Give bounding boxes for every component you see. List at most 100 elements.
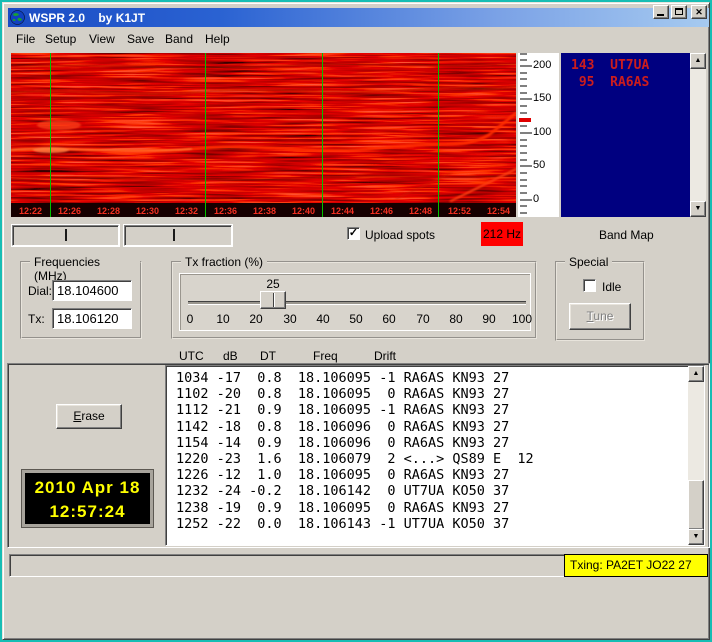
band-map-label: Band Map	[599, 228, 654, 242]
waterfall-time-label: 12:30	[128, 206, 167, 216]
menu-file[interactable]: File	[16, 32, 35, 46]
scroll-down-icon: ▼	[695, 205, 702, 212]
scroll-down-button[interactable]: ▼	[690, 201, 706, 217]
waterfall-time-label: 12:52	[440, 206, 479, 216]
waterfall-time-label: 12:44	[323, 206, 362, 216]
decode-list[interactable]: 1034 -17 0.8 18.106095 -1 RA6AS KN93 27 …	[165, 365, 705, 546]
waterfall-time-label: 12:38	[245, 206, 284, 216]
title-bar[interactable]: WSPR 2.0 by K1JT	[8, 8, 709, 27]
idle-checkbox[interactable]	[583, 279, 596, 292]
menu-setup[interactable]: Setup	[45, 32, 76, 46]
globe-icon	[10, 10, 25, 25]
waterfall-time-label: 12:54	[479, 206, 516, 216]
column-header-drift: Drift	[374, 349, 396, 363]
decode-row[interactable]: 1112 -21 0.9 18.106095 -1 RA6AS KN93 27	[168, 402, 686, 418]
tx-tick-label: 90	[475, 312, 503, 326]
waterfall-time-label: 12:36	[206, 206, 245, 216]
special-group: Special Idle Tune	[555, 261, 645, 341]
band-map-entry: 143 UT7UA	[571, 58, 649, 73]
scale-label: 0	[533, 193, 557, 205]
scroll-down-button[interactable]: ▼	[688, 529, 704, 545]
tx-label: Tx:	[28, 312, 45, 326]
dial-label: Dial:	[28, 284, 52, 298]
tx-fraction-value: 25	[259, 277, 287, 291]
scale-label: 150	[533, 92, 557, 104]
level-marker	[65, 229, 67, 241]
close-button[interactable]: ✕	[691, 5, 707, 19]
scroll-up-icon: ▲	[693, 370, 700, 377]
waterfall-time-label: 12:26	[50, 206, 89, 216]
scroll-up-icon: ▲	[695, 57, 702, 64]
waterfall-time-label: 12:32	[167, 206, 206, 216]
idle-label: Idle	[602, 280, 621, 294]
waterfall-time-label: 12:40	[284, 206, 323, 216]
tx-tick-label: 60	[375, 312, 403, 326]
decode-row[interactable]: 1232 -24 -0.2 18.106142 0 UT7UA KO50 37	[168, 483, 686, 499]
decode-list-scrollbar[interactable]: ▲ ▼	[688, 366, 704, 545]
tx-fraction-slider-handle[interactable]	[260, 291, 286, 309]
upload-spots-checkbox[interactable]: ✓	[347, 227, 360, 240]
tx-tick-label: 50	[342, 312, 370, 326]
frequencies-group-label: Frequencies (MHz)	[30, 255, 140, 283]
band-map-panel[interactable]: 143 UT7UA 95 RA6AS ▲ ▼	[561, 53, 706, 217]
menu-save[interactable]: Save	[127, 32, 154, 46]
tx-tick-label: 10	[209, 312, 237, 326]
dial-frequency-input[interactable]	[52, 280, 132, 301]
tx-tick-label: 40	[309, 312, 337, 326]
decode-row[interactable]: 1034 -17 0.8 18.106095 -1 RA6AS KN93 27	[168, 370, 686, 386]
tx-frequency-input[interactable]	[52, 308, 132, 329]
slider-handle-line	[273, 293, 274, 307]
scrollbar-thumb[interactable]	[688, 480, 704, 530]
waterfall-display[interactable]: 12:22 12:26 12:28 12:30 12:32 12:36 12:3…	[11, 53, 516, 217]
scroll-up-button[interactable]: ▲	[690, 53, 706, 69]
decode-row[interactable]: 1220 -23 1.6 18.106079 2 <...> QS89 E 12	[168, 451, 686, 467]
utc-clock: 2010 Apr 18 12:57:24	[22, 470, 153, 527]
column-header-freq: Freq	[313, 349, 338, 363]
decode-row[interactable]: 1238 -19 0.9 18.106095 0 RA6AS KN93 27	[168, 500, 686, 516]
check-icon: ✓	[349, 227, 358, 239]
rx-level-indicator[interactable]	[12, 225, 119, 246]
tx-fraction-group: Tx fraction (%) 25 0 10 20 30 40 50 60 7…	[171, 261, 537, 339]
desktop: WSPR 2.0 by K1JT ✕ File Setup View Save …	[0, 0, 712, 642]
scroll-down-icon: ▼	[693, 533, 700, 540]
menu-band[interactable]: Band	[165, 32, 193, 46]
waterfall-time-label: 12:28	[89, 206, 128, 216]
tx-fraction-group-label: Tx fraction (%)	[181, 255, 267, 269]
decode-row[interactable]: 1102 -20 0.8 18.106095 0 RA6AS KN93 27	[168, 386, 686, 402]
column-header-dt: DT	[260, 349, 276, 363]
frequencies-group: Frequencies (MHz) Dial: Tx:	[20, 261, 142, 339]
window-title: WSPR 2.0 by K1JT	[29, 11, 145, 25]
scale-label: 200	[533, 59, 557, 71]
minimize-icon	[657, 14, 664, 16]
column-header-db: dB	[223, 349, 238, 363]
frequency-scale: 200 150 100 50 0	[518, 53, 559, 217]
menu-help[interactable]: Help	[205, 32, 230, 46]
minimize-button[interactable]	[653, 5, 669, 19]
erase-button-label: Erase	[57, 405, 121, 428]
tx-tick-label: 80	[442, 312, 470, 326]
waterfall-time-label: 12:46	[362, 206, 401, 216]
waterfall-time-label: 12:22	[11, 206, 50, 216]
decode-row[interactable]: 1252 -22 0.0 18.106143 -1 UT7UA KO50 37	[168, 516, 686, 532]
scale-label: 100	[533, 126, 557, 138]
erase-button[interactable]: Erase	[56, 404, 122, 429]
tx-fraction-track[interactable]	[188, 301, 526, 305]
scroll-up-button[interactable]: ▲	[688, 366, 704, 382]
tune-button-label: Tune	[570, 304, 630, 329]
menu-view[interactable]: View	[89, 32, 115, 46]
decode-row[interactable]: 1154 -14 0.9 18.106096 0 RA6AS KN93 27	[168, 435, 686, 451]
tx-tick-label: 20	[242, 312, 270, 326]
level-marker	[173, 229, 175, 241]
maximize-button[interactable]	[671, 5, 687, 19]
decode-row[interactable]: 1226 -12 1.0 18.106095 0 RA6AS KN93 27	[168, 467, 686, 483]
decode-row[interactable]: 1142 -18 0.8 18.106096 0 RA6AS KN93 27	[168, 419, 686, 435]
tune-button[interactable]: Tune	[569, 303, 631, 330]
clock-time: 12:57:24	[25, 500, 150, 524]
tx-frequency-marker	[519, 118, 531, 122]
waterfall-spectrogram	[11, 53, 516, 217]
close-icon: ✕	[695, 7, 703, 17]
band-map-scrollbar[interactable]: ▲ ▼	[690, 53, 706, 217]
tx-level-indicator[interactable]	[124, 225, 232, 246]
txing-status: Txing: PA2ET JO22 27	[564, 554, 708, 577]
upload-spots-label: Upload spots	[365, 228, 435, 242]
